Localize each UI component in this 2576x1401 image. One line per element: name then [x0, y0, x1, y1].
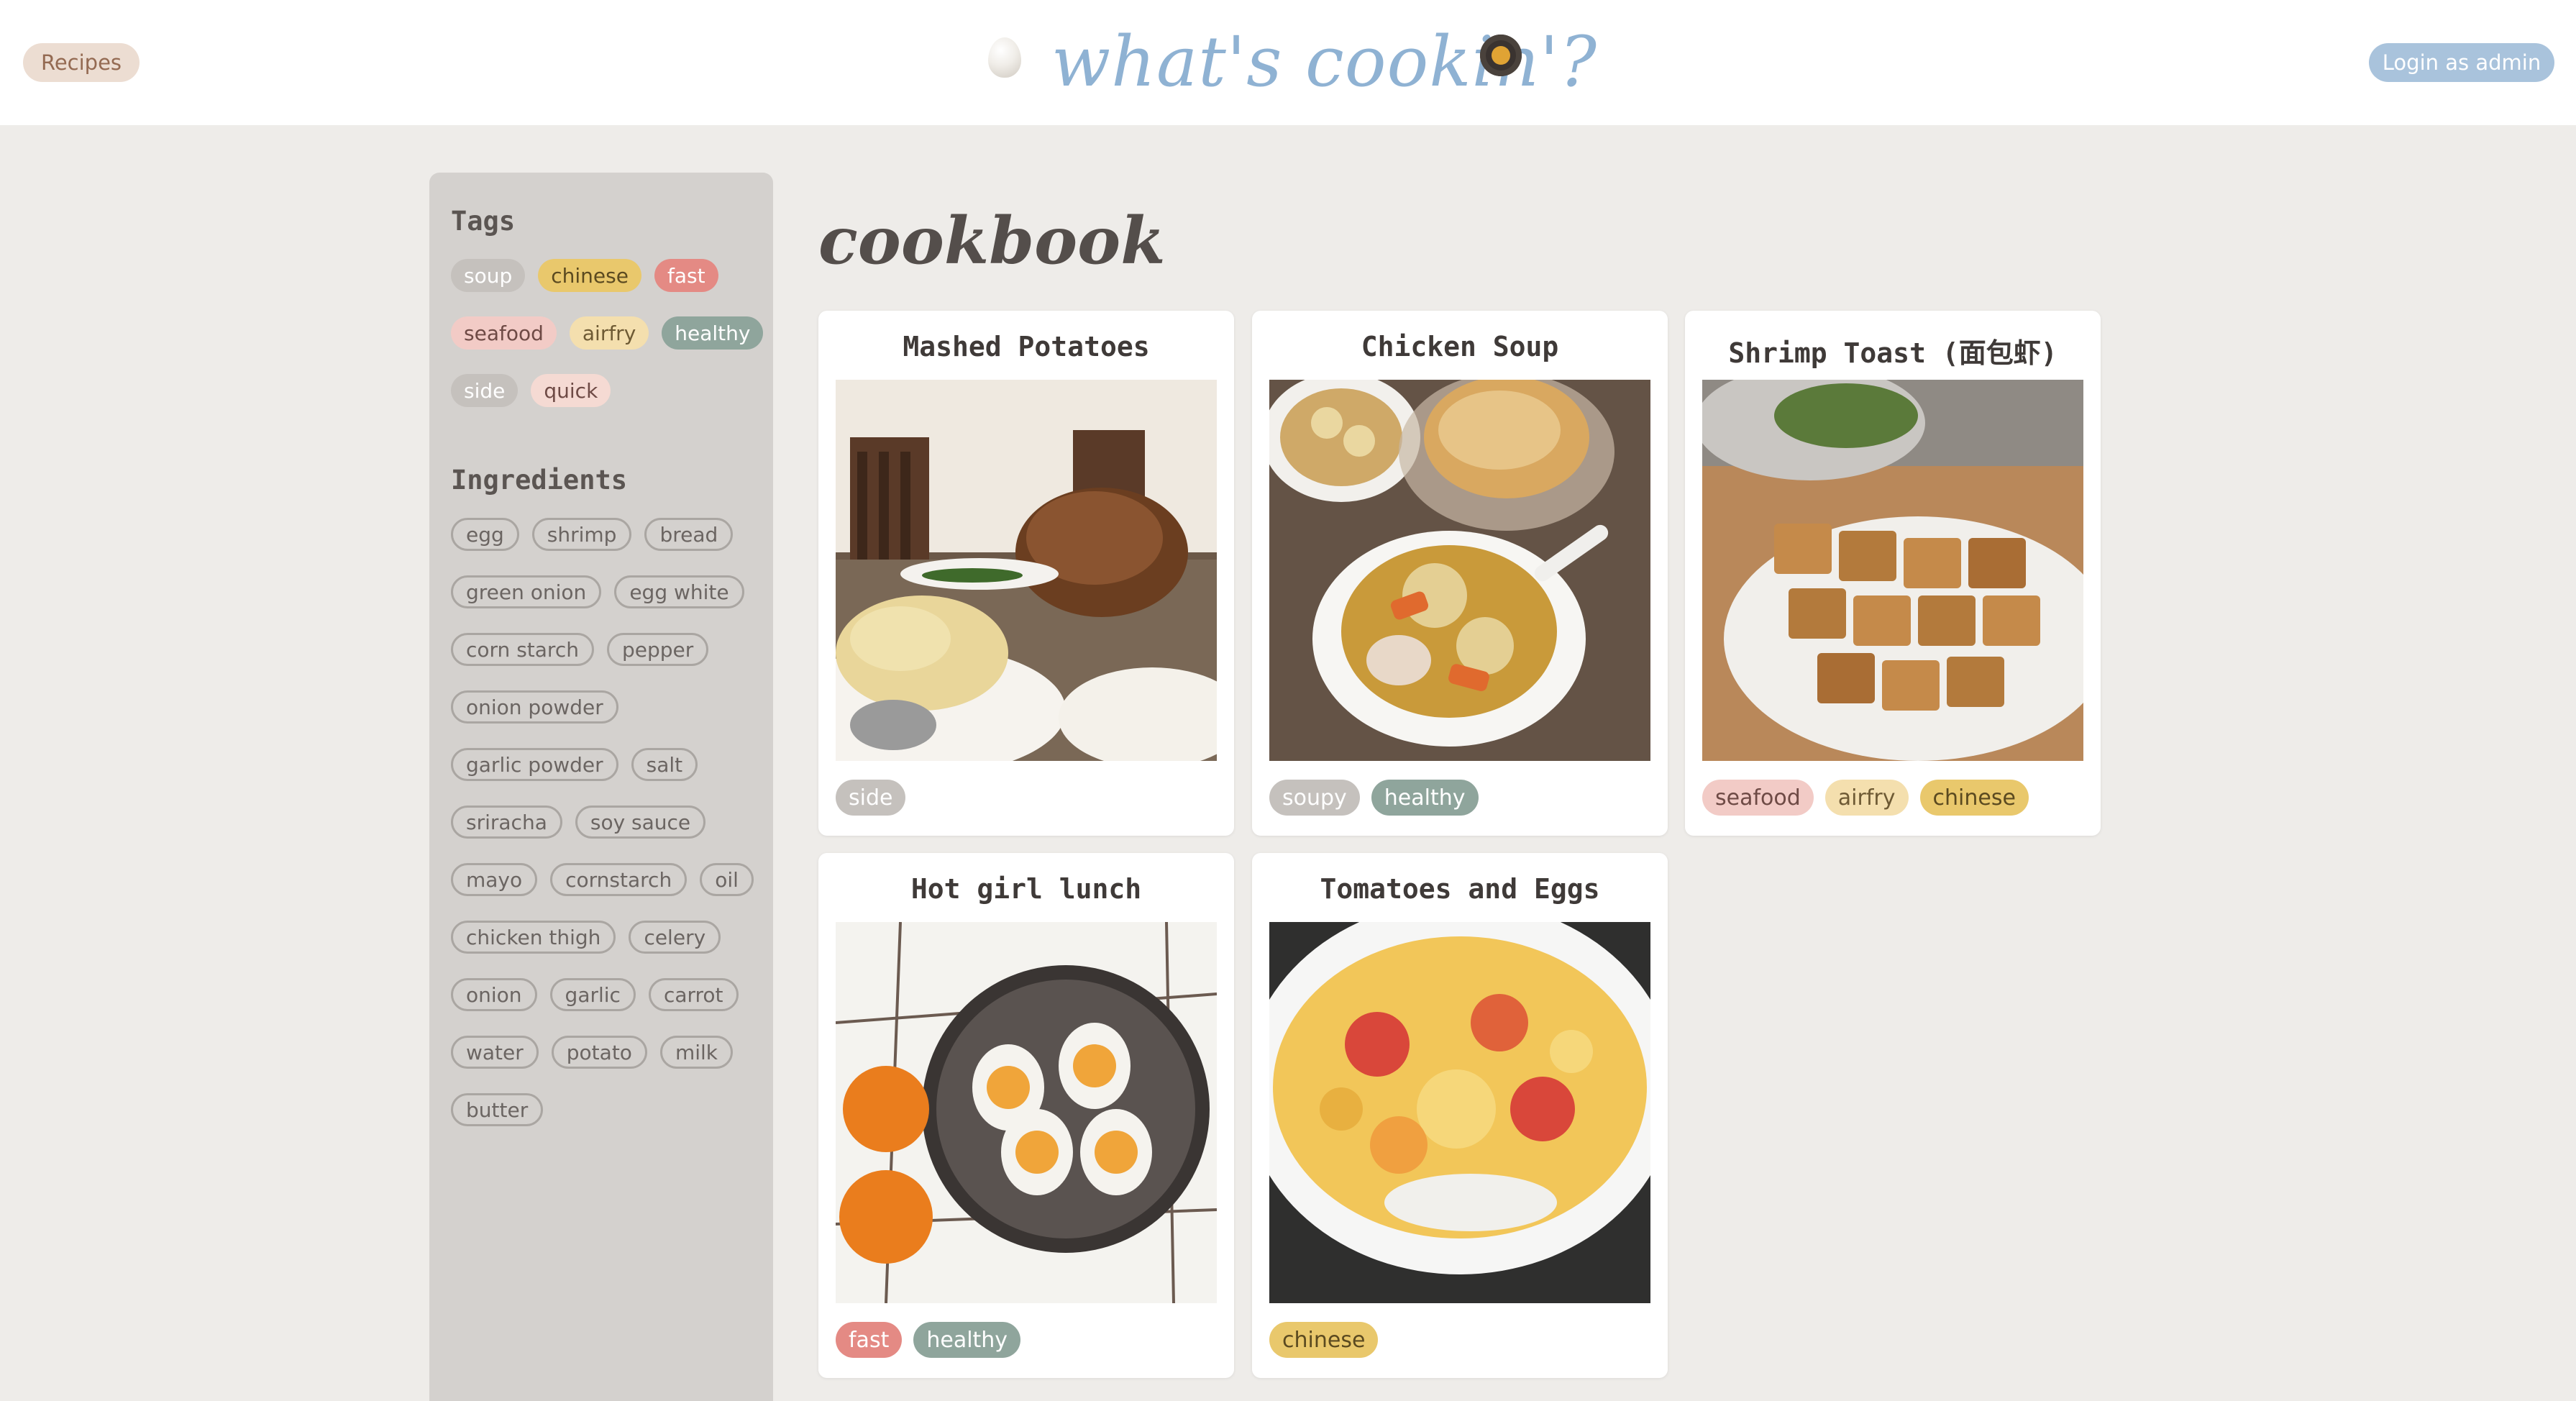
recipe-card[interactable]: Hot girl lunch fast healthy	[818, 853, 1234, 1378]
recipe-card[interactable]: Chicken Soup soupy healthy	[1252, 311, 1668, 836]
recipe-title: Tomatoes and Eggs	[1320, 873, 1600, 905]
recipe-tag-chip[interactable]: chinese	[1269, 1322, 1379, 1358]
ingredient-chip[interactable]: mayo	[451, 863, 538, 896]
recipe-photo[interactable]	[1702, 380, 2083, 761]
recipe-photo[interactable]	[836, 922, 1217, 1303]
tag-chip-soup[interactable]: soup	[451, 259, 526, 292]
tag-chip-fast[interactable]: fast	[654, 259, 718, 292]
ingredient-chip[interactable]: egg	[451, 518, 519, 551]
ingredient-chip[interactable]: sriracha	[451, 806, 562, 839]
ingredient-chip[interactable]: potato	[551, 1036, 647, 1069]
recipe-tag-chip[interactable]: airfry	[1824, 780, 1909, 816]
recipe-tag-list: side	[836, 780, 906, 816]
recipe-tag-chip[interactable]: fast	[836, 1322, 903, 1358]
recipe-tag-list: fast healthy	[836, 1322, 1021, 1358]
ingredient-chip[interactable]: egg white	[614, 575, 744, 608]
ingredient-chip[interactable]: milk	[659, 1036, 733, 1069]
ingredient-filter-list: egg shrimp bread green onion egg white c…	[451, 518, 767, 1126]
ingredient-chip[interactable]: onion	[451, 978, 537, 1011]
login-as-admin-button[interactable]: Login as admin	[2369, 43, 2554, 82]
ingredient-chip[interactable]: green onion	[451, 575, 602, 608]
recipe-card[interactable]: Mashed Potatoes side	[818, 311, 1234, 836]
recipe-tag-chip[interactable]: healthy	[1371, 780, 1479, 816]
ingredient-chip[interactable]: carrot	[648, 978, 739, 1011]
ingredient-chip[interactable]: garlic	[549, 978, 636, 1011]
recipe-tag-chip[interactable]: soupy	[1269, 780, 1360, 816]
egg-icon	[988, 37, 1021, 78]
tag-chip-seafood[interactable]: seafood	[451, 316, 557, 350]
brand-logo[interactable]: what's cookin'?	[985, 14, 1597, 108]
recipe-photo[interactable]	[1269, 380, 1650, 761]
ingredient-chip[interactable]: pepper	[606, 633, 709, 666]
ingredient-chip[interactable]: garlic powder	[451, 748, 618, 781]
ingredient-chip[interactable]: corn starch	[451, 633, 594, 666]
ingredient-chip[interactable]: water	[451, 1036, 539, 1069]
recipe-tag-chip[interactable]: healthy	[913, 1322, 1021, 1358]
ingredient-chip[interactable]: salt	[631, 748, 698, 781]
ingredient-chip[interactable]: celery	[629, 921, 721, 954]
ingredient-chip[interactable]: butter	[451, 1093, 544, 1126]
recipe-tag-chip[interactable]: side	[836, 780, 906, 816]
page-title: cookbook	[818, 203, 1166, 279]
filter-sidebar: Tags soup chinese fast seafood airfry he…	[429, 173, 773, 1401]
ingredient-chip[interactable]: chicken thigh	[451, 921, 616, 954]
tag-chip-healthy[interactable]: healthy	[662, 316, 764, 350]
recipe-photo[interactable]	[836, 380, 1217, 761]
ingredient-chip[interactable]: soy sauce	[575, 806, 706, 839]
recipe-card[interactable]: Tomatoes and Eggs chinese	[1252, 853, 1668, 1378]
recipe-tag-chip[interactable]: chinese	[1919, 780, 2029, 816]
ingredient-chip[interactable]: shrimp	[531, 518, 632, 551]
tag-filter-list: soup chinese fast seafood airfry healthy…	[451, 259, 767, 407]
recipe-title: Shrimp Toast (面包虾)	[1728, 337, 2057, 369]
ingredient-chip[interactable]: oil	[700, 863, 754, 896]
tag-chip-side[interactable]: side	[451, 374, 519, 407]
ingredient-chip[interactable]: bread	[644, 518, 734, 551]
recipe-title: Chicken Soup	[1361, 331, 1559, 362]
tag-chip-quick[interactable]: quick	[531, 374, 611, 407]
frying-pan-icon	[1480, 35, 1522, 76]
top-navbar: Recipes what's cookin'? Login as admin	[0, 0, 2576, 125]
ingredients-heading: Ingredients	[451, 465, 628, 496]
recipe-title: Hot girl lunch	[910, 873, 1142, 905]
recipe-tag-chip[interactable]: seafood	[1702, 780, 1814, 816]
recipe-photo[interactable]	[1269, 922, 1650, 1303]
recipe-tag-list: seafood airfry chinese	[1702, 780, 2029, 816]
recipe-title: Mashed Potatoes	[903, 331, 1150, 362]
tag-chip-chinese[interactable]: chinese	[538, 259, 641, 292]
tag-chip-airfry[interactable]: airfry	[569, 316, 649, 350]
ingredient-chip[interactable]: onion powder	[451, 690, 618, 724]
recipe-card[interactable]: Shrimp Toast (面包虾) seafood airfry chines…	[1685, 311, 2101, 836]
ingredient-chip[interactable]: cornstarch	[550, 863, 688, 896]
recipe-tag-list: chinese	[1269, 1322, 1379, 1358]
recipe-tag-list: soupy healthy	[1269, 780, 1479, 816]
recipes-button[interactable]: Recipes	[23, 43, 140, 82]
tags-heading: Tags	[451, 206, 516, 237]
